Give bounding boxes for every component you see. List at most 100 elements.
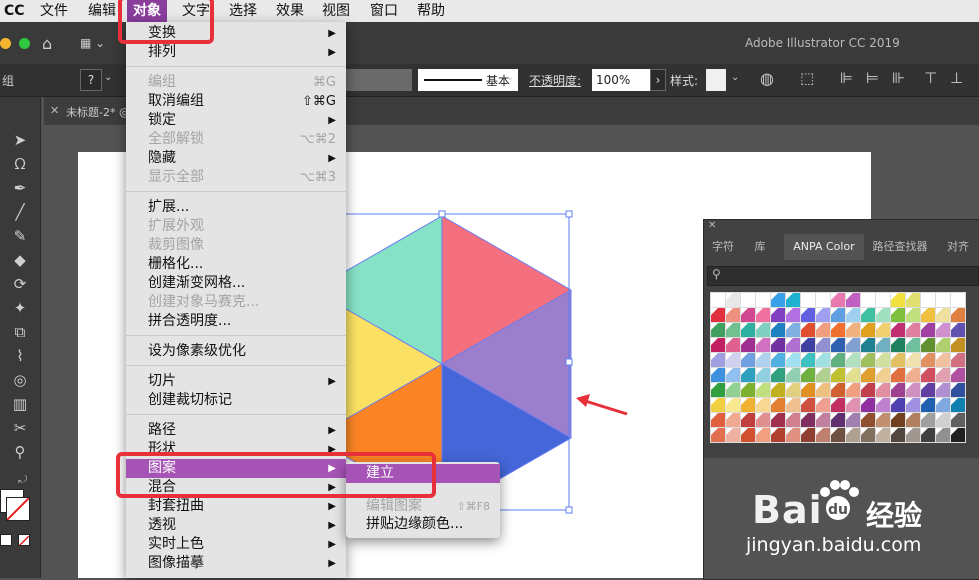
color-swatch[interactable] bbox=[920, 367, 936, 383]
color-swatch[interactable] bbox=[950, 322, 966, 338]
color-swatch[interactable] bbox=[860, 367, 876, 383]
color-swatch[interactable] bbox=[935, 292, 951, 308]
menu-window[interactable]: 窗口 bbox=[370, 0, 398, 22]
stroke-color-swatch[interactable] bbox=[6, 497, 30, 521]
color-swatch[interactable] bbox=[785, 367, 801, 383]
color-swatch[interactable] bbox=[755, 322, 771, 338]
color-swatch[interactable] bbox=[800, 397, 816, 413]
color-swatch[interactable] bbox=[710, 352, 726, 368]
color-swatch[interactable] bbox=[800, 322, 816, 338]
menu-app[interactable]: CC bbox=[4, 0, 25, 22]
color-swatch[interactable] bbox=[740, 397, 756, 413]
recolor-artwork-icon[interactable]: ◍ bbox=[760, 69, 774, 88]
color-swatch[interactable] bbox=[740, 292, 756, 308]
color-swatch[interactable] bbox=[725, 352, 741, 368]
color-swatch[interactable] bbox=[875, 412, 891, 428]
color-swatch[interactable] bbox=[935, 352, 951, 368]
color-swatch[interactable] bbox=[815, 322, 831, 338]
object-menu-item[interactable]: 路径 ▶ bbox=[126, 421, 346, 440]
color-swatch[interactable] bbox=[950, 367, 966, 383]
graphic-style-swatch[interactable] bbox=[706, 69, 726, 91]
lasso-tool-icon[interactable]: ᘯ bbox=[8, 153, 32, 175]
color-swatch[interactable] bbox=[920, 397, 936, 413]
color-swatch[interactable] bbox=[860, 307, 876, 323]
color-swatch[interactable] bbox=[890, 367, 906, 383]
close-icon[interactable]: ✕ bbox=[50, 104, 59, 117]
color-swatch[interactable] bbox=[785, 382, 801, 398]
object-menu-item[interactable]: 切片 ▶ bbox=[126, 372, 346, 391]
swap-colors-icon[interactable]: ⤾ bbox=[18, 473, 27, 487]
color-swatch[interactable] bbox=[890, 322, 906, 338]
tab-align[interactable]: 对齐 bbox=[936, 234, 979, 260]
graph-tool-icon[interactable]: ▥ bbox=[8, 393, 32, 415]
color-swatch[interactable] bbox=[770, 352, 786, 368]
line-tool-icon[interactable]: ╱ bbox=[8, 201, 32, 223]
menu-effect[interactable]: 效果 bbox=[276, 0, 304, 22]
opacity-input[interactable]: 100% bbox=[592, 69, 654, 91]
color-swatch[interactable] bbox=[920, 382, 936, 398]
zoom-tool-icon[interactable]: ⚲ bbox=[8, 441, 32, 463]
color-swatch[interactable] bbox=[755, 307, 771, 323]
color-swatch[interactable] bbox=[845, 382, 861, 398]
color-swatch[interactable] bbox=[815, 427, 831, 443]
object-menu-item[interactable]: 创建渐变网格... bbox=[126, 274, 346, 293]
bbox-handle[interactable] bbox=[565, 210, 573, 218]
color-swatch[interactable] bbox=[875, 397, 891, 413]
color-swatch[interactable] bbox=[950, 337, 966, 353]
color-swatch[interactable] bbox=[740, 322, 756, 338]
color-swatch[interactable] bbox=[905, 307, 921, 323]
color-swatch[interactable] bbox=[770, 397, 786, 413]
color-swatch[interactable] bbox=[710, 412, 726, 428]
tab-character[interactable]: 字符 bbox=[704, 234, 742, 260]
color-swatch[interactable] bbox=[860, 397, 876, 413]
color-swatch[interactable] bbox=[755, 427, 771, 443]
color-swatch[interactable] bbox=[935, 367, 951, 383]
object-menu-item[interactable]: 取消编组 ⇧⌘G bbox=[126, 92, 346, 111]
color-swatch[interactable] bbox=[710, 427, 726, 443]
color-swatch[interactable] bbox=[890, 412, 906, 428]
color-swatch[interactable] bbox=[830, 382, 846, 398]
color-swatch[interactable] bbox=[875, 367, 891, 383]
color-swatch[interactable] bbox=[935, 322, 951, 338]
color-swatch[interactable] bbox=[710, 307, 726, 323]
color-swatch[interactable] bbox=[950, 397, 966, 413]
zoom-button[interactable] bbox=[19, 38, 30, 49]
blend-tool-icon[interactable]: ◎ bbox=[8, 369, 32, 391]
color-swatch[interactable] bbox=[815, 412, 831, 428]
chevron-down-icon[interactable]: ⌄ bbox=[506, 72, 514, 83]
color-swatch[interactable] bbox=[815, 292, 831, 308]
color-swatch[interactable] bbox=[830, 307, 846, 323]
color-swatch[interactable] bbox=[740, 427, 756, 443]
align-middle-icon[interactable]: ⊥ bbox=[950, 69, 963, 87]
color-swatch[interactable] bbox=[770, 307, 786, 323]
object-menu-item[interactable]: 锁定 ▶ bbox=[126, 111, 346, 130]
color-swatch[interactable] bbox=[920, 427, 936, 443]
color-swatch[interactable] bbox=[920, 412, 936, 428]
color-swatch[interactable] bbox=[770, 382, 786, 398]
color-swatch[interactable] bbox=[755, 292, 771, 308]
color-swatch[interactable] bbox=[860, 292, 876, 308]
color-swatch[interactable] bbox=[845, 322, 861, 338]
color-swatch[interactable] bbox=[740, 307, 756, 323]
color-swatch[interactable] bbox=[935, 382, 951, 398]
color-swatch[interactable] bbox=[785, 427, 801, 443]
color-swatch[interactable] bbox=[815, 352, 831, 368]
tab-pathfinder[interactable]: 路径查找器 bbox=[866, 234, 934, 260]
color-swatch[interactable] bbox=[740, 412, 756, 428]
color-mode-icon[interactable] bbox=[0, 534, 12, 546]
eraser-tool-icon[interactable]: ◆ bbox=[8, 249, 32, 271]
color-swatch[interactable] bbox=[950, 352, 966, 368]
color-swatch[interactable] bbox=[725, 292, 741, 308]
color-swatch[interactable] bbox=[860, 382, 876, 398]
swatch-search-input[interactable]: ⚲ bbox=[707, 266, 979, 286]
color-swatch[interactable] bbox=[845, 412, 861, 428]
tab-libraries[interactable]: 库 bbox=[742, 234, 778, 260]
color-swatch[interactable] bbox=[875, 322, 891, 338]
color-swatch[interactable] bbox=[725, 412, 741, 428]
color-swatch[interactable] bbox=[860, 337, 876, 353]
color-swatch[interactable] bbox=[845, 427, 861, 443]
color-swatch[interactable] bbox=[905, 367, 921, 383]
slice-tool-icon[interactable]: ✂ bbox=[8, 417, 32, 439]
bbox-handle[interactable] bbox=[565, 358, 573, 366]
color-swatch[interactable] bbox=[860, 412, 876, 428]
